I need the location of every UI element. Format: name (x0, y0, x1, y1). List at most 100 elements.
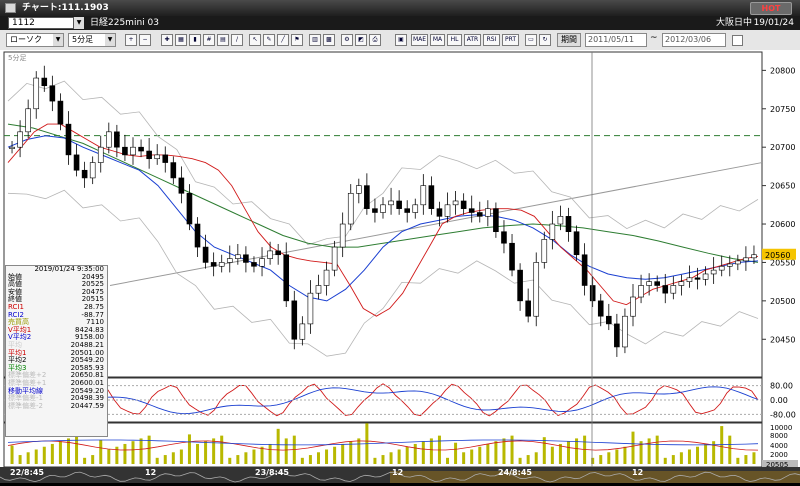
line-icon[interactable]: / (231, 34, 243, 46)
volume-bar (316, 452, 320, 464)
mae-button[interactable]: MAE (411, 34, 428, 46)
candle-body (49, 85, 56, 102)
candle-body (81, 169, 88, 179)
volume-bar (631, 431, 635, 464)
zoom-in-icon[interactable]: + (125, 34, 137, 46)
period-button[interactable]: 期間 (557, 33, 581, 47)
symbol-input[interactable]: 1112 (8, 17, 74, 29)
trendline-icon[interactable]: ╱ (277, 34, 289, 46)
refresh-icon[interactable]: ↻ (539, 34, 551, 46)
candle-body (97, 146, 104, 163)
volume-bar (341, 443, 345, 464)
chart-area[interactable]: 5分足 80.00 0.00 -80.00 100008000 40002000 205… (0, 50, 800, 467)
candle-body (194, 223, 201, 248)
price-tick-label: 20700 (770, 143, 795, 152)
volume-icon[interactable]: ▩ (323, 34, 335, 46)
color-icon[interactable]: ◩ (355, 34, 367, 46)
symbol-bar: 1112 ▼ 日経225mini 03 大阪日中 19/01/24 (0, 16, 800, 30)
candle-body (726, 263, 733, 267)
candle-body (41, 77, 48, 87)
candle-body (606, 315, 612, 325)
volume-bar (300, 457, 304, 464)
volume-bar (107, 449, 111, 464)
crosshair-icon[interactable]: ✚ (161, 34, 173, 46)
volume-bar (446, 457, 450, 464)
candle-body (170, 162, 177, 179)
volume-bar (671, 455, 675, 464)
volume-bar (381, 455, 385, 464)
zoom-out-icon[interactable]: − (139, 34, 151, 46)
prt-button[interactable]: PRT (502, 34, 519, 46)
candle-body (509, 242, 515, 271)
candle-body (162, 154, 169, 163)
candle-body (73, 154, 80, 171)
volume-bar (236, 455, 240, 464)
date-to-input[interactable]: 2012/03/06 (662, 33, 726, 47)
candle-body (315, 285, 322, 294)
volume-bar (268, 443, 272, 464)
candle-body (226, 258, 233, 263)
volume-bar (171, 452, 175, 464)
date-range-separator: ~ (650, 33, 658, 43)
volume-bar (373, 457, 377, 464)
candle-body (678, 281, 685, 286)
indicator-icon[interactable]: ▥ (309, 34, 321, 46)
layout-icon[interactable]: ▣ (395, 34, 407, 46)
volume-bar (204, 441, 208, 464)
volume-bar (752, 452, 756, 464)
atr-button[interactable]: ATR (464, 34, 481, 46)
candle-body (202, 246, 209, 263)
chart-background (0, 50, 800, 467)
save-icon[interactable]: ▭ (525, 34, 537, 46)
candle-body (654, 281, 660, 286)
candle-body (218, 262, 225, 267)
candle-body (33, 77, 40, 110)
candle-body (283, 254, 290, 302)
info-row: 標準偏差-2 20447.59 (6, 402, 107, 411)
price-tick-label: 20550 (770, 258, 795, 267)
hot-button[interactable]: HOT (750, 2, 792, 15)
candle-icon[interactable]: ▮ (189, 34, 201, 46)
candle-body (638, 285, 644, 298)
symbol-dropdown-icon[interactable]: ▼ (74, 17, 84, 29)
hl-button[interactable]: HL (447, 34, 462, 46)
chart-type-select[interactable]: ローソク ▼ (6, 33, 64, 47)
candle-body (485, 208, 491, 217)
volume-bar (58, 441, 62, 464)
rsi-button[interactable]: RSI (483, 34, 500, 46)
time-axis-label: 12 (632, 468, 643, 477)
print-icon[interactable]: ⎙ (369, 34, 381, 46)
volume-bar (550, 446, 554, 464)
candle-body (460, 200, 467, 209)
volume-bar (333, 446, 337, 464)
candle-body (444, 204, 451, 217)
date-range-checkbox[interactable] (732, 35, 743, 46)
pen-icon[interactable]: ✎ (263, 34, 275, 46)
bar-chart-icon[interactable]: ▤ (217, 34, 229, 46)
candle-body (630, 296, 636, 317)
volume-bar (10, 445, 14, 464)
volume-bar (494, 441, 498, 464)
date-from-input[interactable]: 2011/05/11 (585, 33, 647, 47)
grid-icon[interactable]: # (203, 34, 215, 46)
candle-body (291, 300, 298, 340)
volume-bar (308, 455, 312, 464)
time-scrollbar[interactable]: 22/8:45 12 23/8:45 12 24/8:45 12 (0, 467, 800, 483)
candle-body (517, 269, 523, 302)
volume-bar (26, 452, 30, 464)
candle-body (718, 265, 725, 271)
candle-body (380, 204, 386, 213)
volume-bar (349, 441, 353, 464)
volume-bar (99, 439, 103, 464)
pointer-icon[interactable]: ↖ (249, 34, 261, 46)
ma-button[interactable]: MA (430, 34, 445, 46)
candle-body (267, 250, 273, 259)
volume-tick-label: 10000 (770, 424, 792, 432)
settings-icon[interactable]: ⚙ (341, 34, 353, 46)
flag-icon[interactable]: ⚑ (291, 34, 303, 46)
volume-bar (655, 435, 659, 464)
timeframe-select[interactable]: 5分足 ▼ (68, 33, 116, 47)
table-icon[interactable]: ▦ (175, 34, 187, 46)
volume-bar (284, 438, 288, 464)
candle-body (646, 281, 652, 286)
